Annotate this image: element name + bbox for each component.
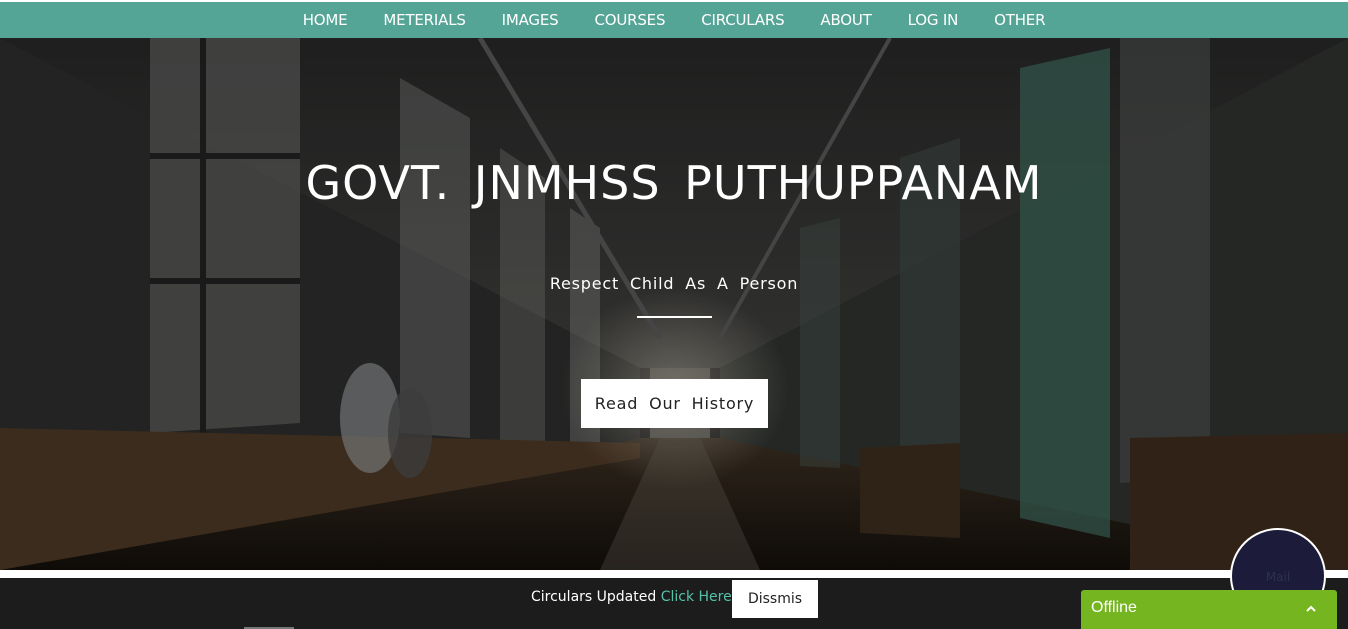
nav-item-courses[interactable]: COURSES <box>576 2 683 38</box>
nav-item-circulars[interactable]: CIRCULARS <box>683 2 802 38</box>
chat-status-label: Offline <box>1091 599 1137 616</box>
top-navbar: HOME METERIALS IMAGES COURSES CIRCULARS … <box>0 2 1348 38</box>
click-here-link[interactable]: Click Here <box>661 589 732 605</box>
nav-item-log-in[interactable]: LOG IN <box>890 2 976 38</box>
notice-text: Circulars Updated <box>531 589 657 605</box>
nav-item-meterials[interactable]: METERIALS <box>365 2 483 38</box>
read-history-button[interactable]: Read Our History <box>581 379 768 428</box>
hero-title: GOVT. JNMHSS PUTHUPPANAM <box>305 156 1043 210</box>
nav-item-other[interactable]: OTHER <box>976 2 1063 38</box>
page: HOME METERIALS IMAGES COURSES CIRCULARS … <box>0 0 1348 629</box>
nav-item-home[interactable]: HOME <box>285 2 366 38</box>
hero-overlay <box>0 38 1348 570</box>
nav-item-images[interactable]: IMAGES <box>484 2 577 38</box>
hero-section: GOVT. JNMHSS PUTHUPPANAM Respect Child A… <box>0 38 1348 570</box>
hero-divider <box>637 316 712 318</box>
chat-widget[interactable]: Offline <box>1081 590 1337 629</box>
nav-item-about[interactable]: ABOUT <box>802 2 889 38</box>
mail-label: Mail <box>1265 570 1291 584</box>
hero-tagline: Respect Child As A Person <box>549 274 799 293</box>
dismiss-button[interactable]: Dissmis <box>732 580 818 618</box>
chevron-up-icon[interactable] <box>1306 604 1316 614</box>
notice-message: Circulars Updated Click Here <box>531 589 732 605</box>
